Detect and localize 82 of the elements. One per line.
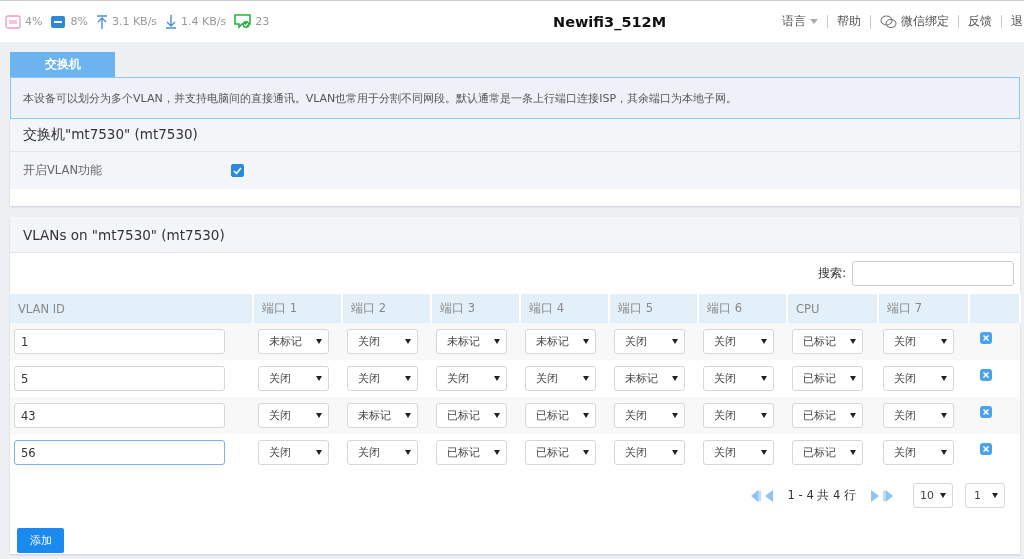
vlan-id-field[interactable]: 43 — [14, 403, 225, 428]
port-mode-select[interactable]: 未标记 — [258, 329, 329, 354]
checkbox[interactable] — [231, 164, 244, 177]
device-title: Newifi3_512M — [553, 13, 668, 30]
monitor-check-icon — [234, 14, 252, 29]
port-mode-select[interactable]: 关闭 — [258, 366, 329, 391]
port-mode-select[interactable]: 关闭 — [883, 366, 954, 391]
port-mode-select[interactable]: 关闭 — [883, 403, 954, 428]
port-mode-select[interactable]: 关闭 — [347, 329, 418, 354]
status-value: 3.1 KB/s — [111, 15, 158, 28]
section-title: 交换机"mt7530" (mt7530) — [10, 119, 1020, 152]
page-range: 1 - 4 共 4 行 — [787, 488, 856, 503]
port-mode-select[interactable]: 未标记 — [347, 403, 418, 428]
search-field[interactable] — [852, 261, 1014, 286]
column-header: 端口 3 — [431, 294, 520, 323]
first-page-icon[interactable] — [750, 489, 762, 502]
nav-link[interactable]: 反馈 — [968, 15, 992, 28]
column-header: 端口 7 — [878, 294, 969, 323]
port-mode-select[interactable]: 已标记 — [792, 329, 863, 354]
port-mode-select[interactable]: 已标记 — [792, 366, 863, 391]
port-mode-select[interactable]: 关闭 — [347, 440, 418, 465]
search-label: 搜索: — [818, 266, 846, 281]
chat-bubbles-icon — [880, 14, 897, 29]
column-header: 端口 4 — [520, 294, 609, 323]
port-mode-select[interactable]: 关闭 — [347, 366, 418, 391]
description-text: 本设备可以划分为多个VLAN，并支持电脑间的直接通讯。VLAN也常用于分割不同网段。默认通常是一条上行端口连接ISP，其余端口为本地子网。 — [10, 77, 1020, 119]
last-page-icon[interactable] — [882, 489, 893, 502]
column-header: 端口 5 — [609, 294, 698, 323]
vlan-id-field[interactable]: 5 — [14, 366, 225, 391]
port-mode-select[interactable]: 关闭 — [525, 366, 596, 391]
upload-arrow-icon — [95, 14, 108, 29]
port-mode-select[interactable]: 关闭 — [703, 329, 774, 354]
vlan-id-field[interactable]: 1 — [14, 329, 225, 354]
port-mode-select[interactable]: 关闭 — [703, 440, 774, 465]
download-arrow-icon — [165, 14, 178, 29]
status-value: 23 — [255, 15, 270, 28]
port-mode-select[interactable]: 已标记 — [525, 403, 596, 428]
port-mode-select[interactable]: 未标记 — [436, 329, 507, 354]
nav-link[interactable]: 微信绑定 — [901, 15, 949, 28]
status-value: 1.4 KB/s — [181, 15, 227, 28]
vlan-id-field[interactable]: 56 — [14, 440, 225, 465]
memory-chip-icon — [50, 14, 67, 29]
nav-link[interactable]: 帮助 — [837, 15, 861, 28]
column-header: 端口 2 — [342, 294, 431, 323]
port-mode-select[interactable]: 关闭 — [883, 440, 954, 465]
caret-icon — [810, 19, 818, 24]
delete-icon[interactable] — [980, 368, 992, 381]
port-mode-select[interactable]: 已标记 — [792, 440, 863, 465]
port-mode-select[interactable]: 关闭 — [614, 440, 685, 465]
port-mode-select[interactable]: 已标记 — [525, 440, 596, 465]
port-mode-select[interactable]: 关闭 — [883, 329, 954, 354]
port-mode-select[interactable]: 关闭 — [436, 366, 507, 391]
status-value: 4% — [25, 15, 43, 28]
cpu-chip-icon — [5, 14, 21, 29]
port-mode-select[interactable]: 未标记 — [525, 329, 596, 354]
option-label: 开启VLAN功能 — [23, 163, 103, 178]
status-value: 8% — [70, 15, 88, 28]
nav-link[interactable]: 退 — [1011, 15, 1023, 28]
delete-icon[interactable] — [980, 405, 992, 418]
port-mode-select[interactable]: 关闭 — [614, 329, 685, 354]
column-header: 端口 1 — [253, 294, 342, 323]
port-mode-select[interactable]: 已标记 — [436, 440, 507, 465]
delete-icon[interactable] — [980, 331, 992, 344]
port-mode-select[interactable]: 关闭 — [703, 403, 774, 428]
page-size-select[interactable]: 10 — [913, 483, 953, 508]
add-button[interactable]: 添加 — [17, 528, 64, 553]
next-page-icon[interactable] — [870, 489, 879, 502]
page-select[interactable]: 1 — [965, 483, 1005, 508]
language-menu[interactable]: 语言 — [782, 15, 806, 28]
port-mode-select[interactable]: 已标记 — [792, 403, 863, 428]
previous-page-icon[interactable] — [764, 489, 774, 502]
column-header: VLAN ID — [10, 294, 253, 323]
port-mode-select[interactable]: 关闭 — [258, 403, 329, 428]
section-title: VLANs on "mt7530" (mt7530) — [10, 217, 1020, 253]
port-mode-select[interactable]: 已标记 — [436, 403, 507, 428]
port-mode-select[interactable]: 关闭 — [703, 366, 774, 391]
column-header: 端口 6 — [698, 294, 787, 323]
port-mode-select[interactable]: 关闭 — [614, 403, 685, 428]
delete-icon[interactable] — [980, 442, 992, 455]
port-mode-select[interactable]: 关闭 — [258, 440, 329, 465]
column-header: CPU — [787, 294, 878, 323]
port-mode-select[interactable]: 未标记 — [614, 366, 685, 391]
